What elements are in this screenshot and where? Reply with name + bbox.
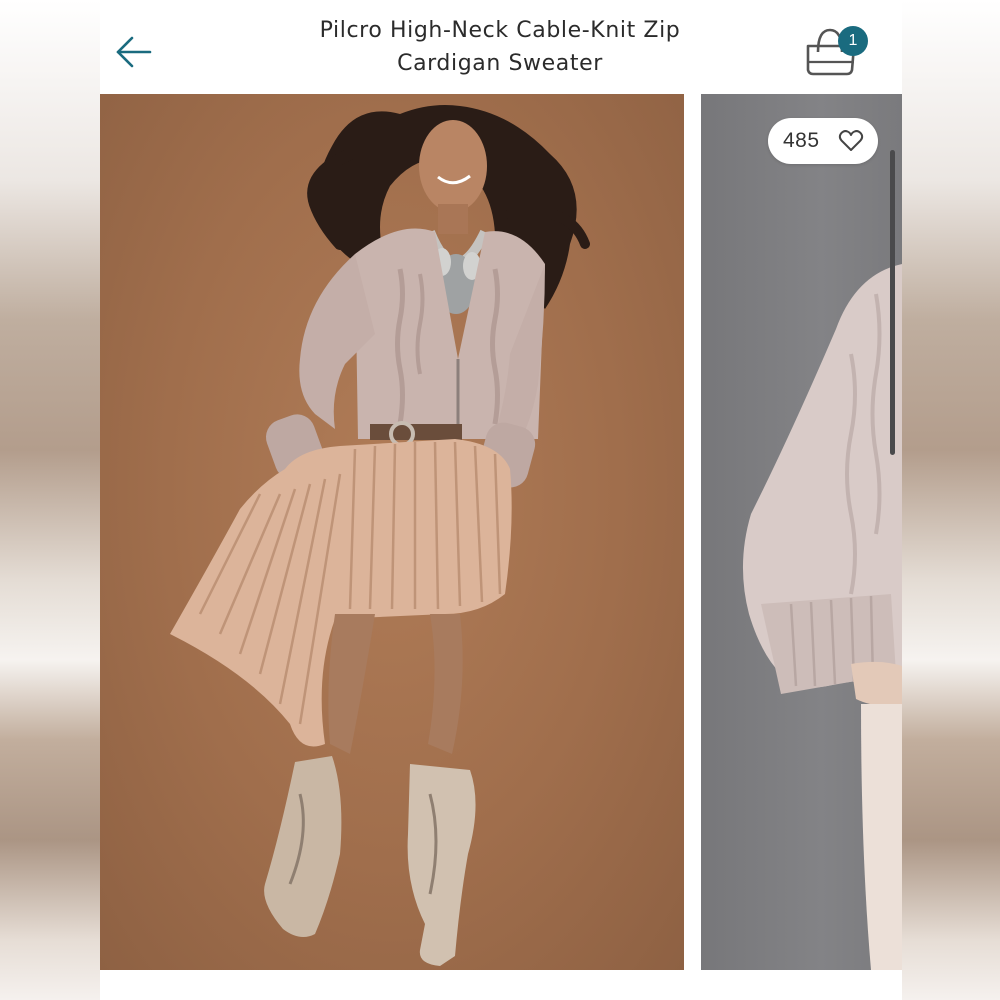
sweater-closeup [742, 264, 902, 970]
back-button[interactable] [114, 32, 154, 72]
product-photo-main[interactable] [100, 94, 684, 970]
product-photo-secondary[interactable] [701, 94, 902, 970]
heart-outline-icon [838, 130, 864, 151]
arrow-left-icon [116, 36, 152, 68]
page-title: Pilcro High-Neck Cable-Knit Zip Cardigan… [319, 18, 681, 76]
favorite-button[interactable]: 485 [768, 118, 878, 164]
bag-count-badge: 1 [838, 26, 868, 56]
bottom-area [100, 970, 902, 1000]
product-image-gallery[interactable]: 485 [100, 94, 902, 970]
product-header: Pilcro High-Neck Cable-Knit Zip Cardigan… [100, 0, 902, 94]
app-screen: Pilcro High-Neck Cable-Knit Zip Cardigan… [100, 0, 902, 1000]
favorite-count: 485 [783, 129, 820, 152]
model-figure [170, 105, 590, 966]
gallery-scrollbar[interactable] [890, 150, 895, 455]
